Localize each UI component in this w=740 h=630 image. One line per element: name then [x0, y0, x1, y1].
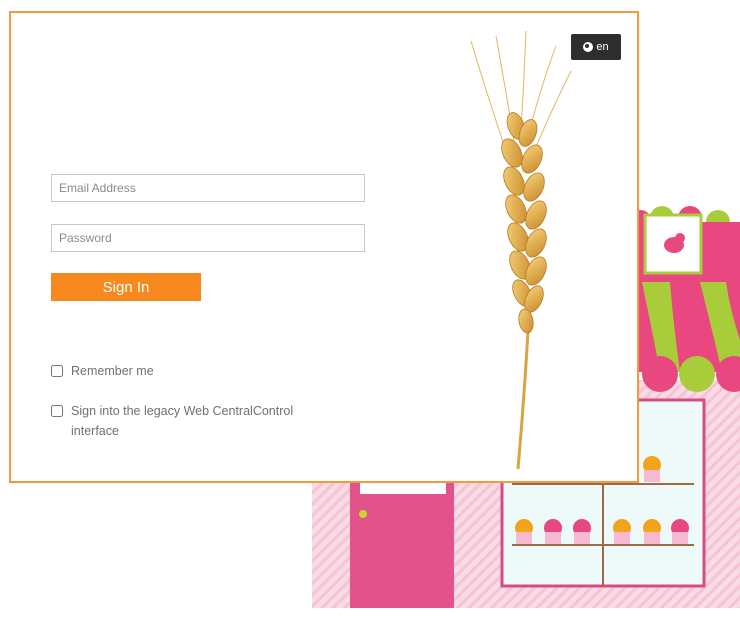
login-dialog: en Sign In Remember me Sign into the leg… — [9, 11, 639, 483]
legacy-interface-option: Sign into the legacy Web CentralControl … — [51, 401, 321, 441]
language-button[interactable]: en — [571, 34, 621, 60]
sign-in-button[interactable]: Sign In — [51, 273, 201, 301]
language-label: en — [596, 41, 609, 53]
remember-me-option: Remember me — [51, 361, 154, 381]
remember-me-label: Remember me — [71, 364, 154, 378]
email-field[interactable] — [51, 174, 365, 202]
password-field[interactable] — [51, 224, 365, 252]
legacy-interface-checkbox[interactable] — [51, 405, 63, 417]
legacy-interface-label: Sign into the legacy Web CentralControl … — [71, 404, 294, 438]
remember-me-checkbox[interactable] — [51, 365, 63, 377]
globe-icon — [583, 42, 594, 52]
wheat-illustration — [470, 31, 572, 470]
